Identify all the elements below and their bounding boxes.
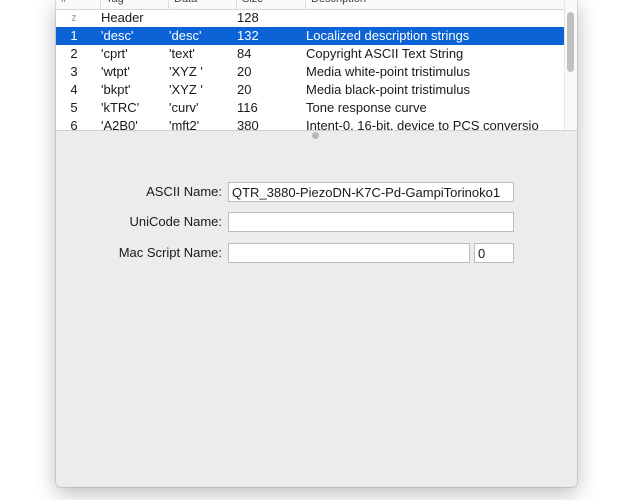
ascii-name-label: ASCII Name: [146, 184, 222, 199]
mac-script-code-field[interactable] [474, 243, 514, 263]
row-tag: 'wtpt' [101, 64, 130, 79]
mac-script-name-label: Mac Script Name: [118, 245, 222, 260]
table-scrollbar[interactable] [564, 0, 577, 130]
row-size: 116 [237, 100, 258, 115]
row-number: 3 [70, 64, 78, 79]
table-row[interactable]: 6 'A2B0' 'mft2' 380 Intent-0, 16-bit, device… [56, 117, 564, 131]
mac-script-name-field[interactable] [228, 243, 470, 263]
row-number: 4 [70, 82, 78, 97]
row-number: 6 [70, 118, 78, 131]
row-description: Tone response curve [306, 100, 427, 115]
table-row[interactable]: 5 'kTRC' 'curv' 116 Tone response curve [56, 99, 564, 117]
row-tag: 'A2B0' [101, 118, 138, 131]
row-size: 380 [237, 118, 259, 131]
row-data-type [169, 9, 233, 27]
split-view-handle[interactable] [312, 132, 319, 139]
column-header-number[interactable]: # [56, 0, 101, 9]
row-size: 128 [237, 10, 259, 25]
row-tag: 'cprt' [101, 46, 128, 61]
table-row[interactable]: 1 'desc' 'desc' 132 Localized description st… [56, 27, 564, 45]
row-number: 2 [70, 46, 78, 61]
row-data-type: 'text' [169, 46, 195, 61]
row-data-type: 'mft2' [169, 118, 200, 131]
column-header-size[interactable]: Size [237, 0, 306, 9]
row-number: 1 [70, 28, 78, 43]
table-rows: z Header 128 1 'desc' 'desc' 132 Localized desc… [56, 9, 564, 131]
row-tag: 'kTRC' [101, 100, 140, 115]
column-header-tag[interactable]: Tag [101, 0, 169, 9]
column-header-data[interactable]: Data [169, 0, 237, 9]
row-data-type: 'XYZ ' [169, 82, 203, 97]
table-row[interactable]: 2 'cprt' 'text' 84 Copyright ASCII Text Stri… [56, 45, 564, 63]
column-header-description[interactable]: Description [306, 0, 564, 9]
row-data-type: 'XYZ ' [169, 64, 203, 79]
row-description: Media black-point tristimulus [306, 82, 471, 97]
row-description: Localized description strings [306, 28, 470, 43]
row-description: Copyright ASCII Text String [306, 46, 464, 61]
table-row[interactable]: 3 'wtpt' 'XYZ ' 20 Media white-point tristim… [56, 63, 564, 81]
row-number: z [71, 12, 77, 24]
row-data-type: 'desc' [169, 28, 202, 43]
row-tag: Header [101, 10, 144, 25]
row-data-type: 'curv' [169, 100, 199, 115]
row-size: 84 [237, 46, 252, 61]
row-description: Media white-point tristimulus [306, 64, 471, 79]
table-row[interactable]: z Header 128 [56, 9, 564, 27]
row-description [306, 9, 539, 27]
profile-window: # Tag Data Size Description z Header 128 1 '… [56, 0, 577, 487]
row-number: 5 [70, 100, 78, 115]
unicode-name-field[interactable] [228, 212, 514, 232]
row-size: 132 [237, 28, 259, 43]
row-size: 20 [237, 64, 252, 79]
row-tag: 'bkpt' [101, 82, 131, 97]
unicode-name-label: UniCode Name: [129, 214, 223, 229]
scrollbar-thumb[interactable] [567, 12, 574, 72]
row-description: Intent-0, 16-bit, device to PCS conversi… [306, 118, 539, 131]
row-size: 20 [237, 82, 252, 97]
tag-table: # Tag Data Size Description z Header 128 1 '… [56, 0, 577, 131]
row-tag: 'desc' [101, 28, 134, 43]
table-row[interactable]: 4 'bkpt' 'XYZ ' 20 Media black-point tristim… [56, 81, 564, 99]
ascii-name-field[interactable] [228, 182, 514, 202]
